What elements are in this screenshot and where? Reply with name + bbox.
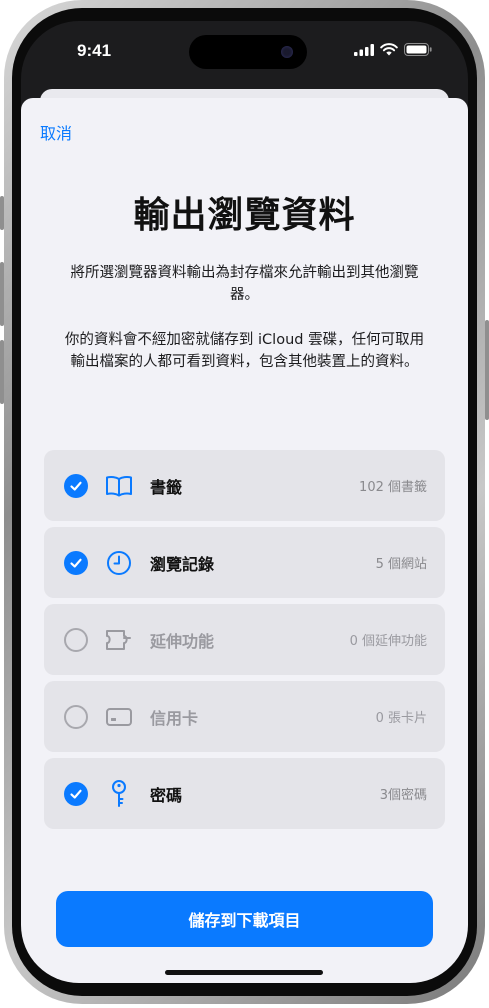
option-count: 3個密碼: [379, 788, 427, 803]
description-export: 將所選瀏覽器資料輸出為封存檔來允許輸出到其他瀏覽器。: [70, 265, 419, 303]
puzzle-icon: [104, 625, 134, 655]
action-button: [0, 196, 4, 230]
volume-down-button: [0, 340, 4, 404]
status-icons: [354, 43, 432, 56]
option-count: 0 張卡片: [375, 711, 427, 726]
option-bookmarks[interactable]: 書籤 102 個書籤: [44, 450, 445, 521]
description-privacy: 你的資料會不經加密就儲存到 iCloud 雲碟，任何可取用輸出檔案的人都可看到資…: [64, 332, 425, 370]
cellular-signal-icon: [354, 43, 374, 56]
checkmark-icon[interactable]: [64, 550, 88, 575]
checkmark-icon[interactable]: [64, 781, 88, 806]
export-sheet: 取消 輸出瀏覽資料 將所選瀏覽器資料輸出為封存檔來允許輸出到其他瀏覽器。 你的資…: [21, 98, 468, 983]
option-history[interactable]: 瀏覽記錄 5 個網站: [44, 527, 445, 598]
front-camera-icon: [281, 46, 293, 58]
option-count: 102 個書籤: [359, 480, 427, 495]
option-extensions[interactable]: 延伸功能 0 個延伸功能: [44, 604, 445, 675]
option-count: 5 個網站: [375, 557, 427, 572]
volume-up-button: [0, 262, 4, 326]
checkmark-icon[interactable]: [64, 473, 88, 498]
option-label: 瀏覽記錄: [150, 554, 215, 574]
credit-card-icon: [104, 702, 134, 732]
key-icon: [104, 779, 134, 809]
status-time: 9:41: [77, 41, 112, 60]
unchecked-circle-icon[interactable]: [64, 704, 88, 729]
home-indicator[interactable]: [165, 970, 323, 975]
book-icon: [104, 471, 134, 501]
dynamic-island: [189, 35, 307, 69]
option-label: 延伸功能: [150, 631, 215, 651]
save-to-downloads-button[interactable]: 儲存到下載項目: [56, 891, 433, 947]
status-bar: 9:41: [21, 21, 468, 81]
power-button: [485, 320, 489, 420]
options-list: 書籤 102 個書籤 瀏覽記錄 5 個網站 延伸功能 0 個延伸功能 信用卡 0…: [44, 450, 445, 835]
cancel-button[interactable]: 取消: [40, 120, 72, 144]
sheet-title: 輸出瀏覽資料: [133, 195, 356, 236]
clock-icon: [104, 548, 134, 578]
option-count: 0 個延伸功能: [349, 634, 427, 649]
option-label: 書籤: [150, 477, 183, 497]
option-label: 信用卡: [150, 708, 199, 728]
option-label: 密碼: [150, 785, 183, 805]
option-credit-cards[interactable]: 信用卡 0 張卡片: [44, 681, 445, 752]
unchecked-circle-icon[interactable]: [64, 627, 88, 652]
screen: 9:41 取消 輸出瀏覽資料 將所選瀏覽器資料輸出為封存檔來允許輸出到其他瀏覽器…: [21, 21, 468, 983]
option-passwords[interactable]: 密碼 3個密碼: [44, 758, 445, 829]
wifi-icon: [380, 43, 398, 56]
battery-icon: [404, 43, 432, 56]
